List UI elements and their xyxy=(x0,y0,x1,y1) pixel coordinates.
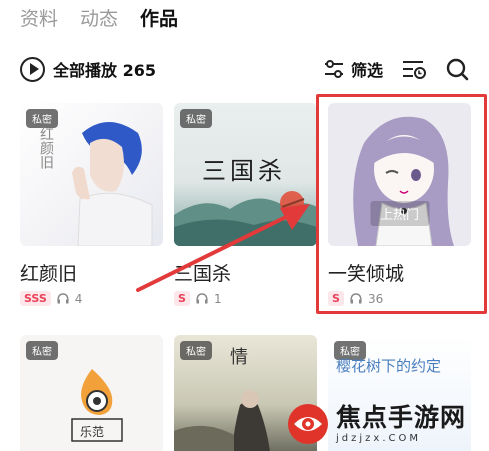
cover-text: 三国杀 xyxy=(202,157,286,185)
level-badge: SSS xyxy=(20,291,51,306)
annotation-arrow xyxy=(136,204,310,292)
tab-activity[interactable]: 动态 xyxy=(80,4,118,31)
cover-text: 红颜旧 xyxy=(38,127,54,169)
play-icon xyxy=(20,56,45,82)
cover-text: 乐范 xyxy=(80,425,105,439)
tab-profile[interactable]: 资料 xyxy=(20,4,58,31)
watermark-title: 焦点手游网 xyxy=(336,402,467,432)
filter-icon xyxy=(323,59,345,79)
private-badge: 私密 xyxy=(180,341,212,360)
private-badge: 私密 xyxy=(26,109,58,128)
highlight-box xyxy=(316,94,487,314)
watermark-url: jdzjzx.COM xyxy=(336,432,421,444)
works-toolbar: 全部播放 265 筛选 xyxy=(20,56,469,82)
search-icon[interactable] xyxy=(445,57,469,81)
sort-list-icon[interactable] xyxy=(401,59,427,79)
headphones-icon xyxy=(57,293,69,304)
work-meta: SSS 4 xyxy=(20,291,82,306)
profile-tabs: 资料 动态 作品 xyxy=(20,4,178,31)
cover-text: 情 xyxy=(230,347,248,368)
cover-text: 樱花树下的约定 xyxy=(336,357,442,375)
play-all-label: 全部播放 265 xyxy=(53,61,156,80)
private-badge: 私密 xyxy=(26,341,58,360)
play-all-button[interactable]: 全部播放 265 xyxy=(20,56,156,82)
watermark: 焦点手游网 jdzjzx.COM xyxy=(286,398,486,450)
private-badge: 私密 xyxy=(180,109,212,128)
work-title: 红颜旧 xyxy=(20,263,78,285)
filter-button[interactable]: 筛选 xyxy=(323,57,383,81)
listen-count: 4 xyxy=(74,291,83,306)
tab-works[interactable]: 作品 xyxy=(140,4,178,31)
watermark-logo-icon xyxy=(288,404,328,444)
cover-image: 私密 乐范 xyxy=(20,335,163,451)
filter-label: 筛选 xyxy=(350,61,383,80)
